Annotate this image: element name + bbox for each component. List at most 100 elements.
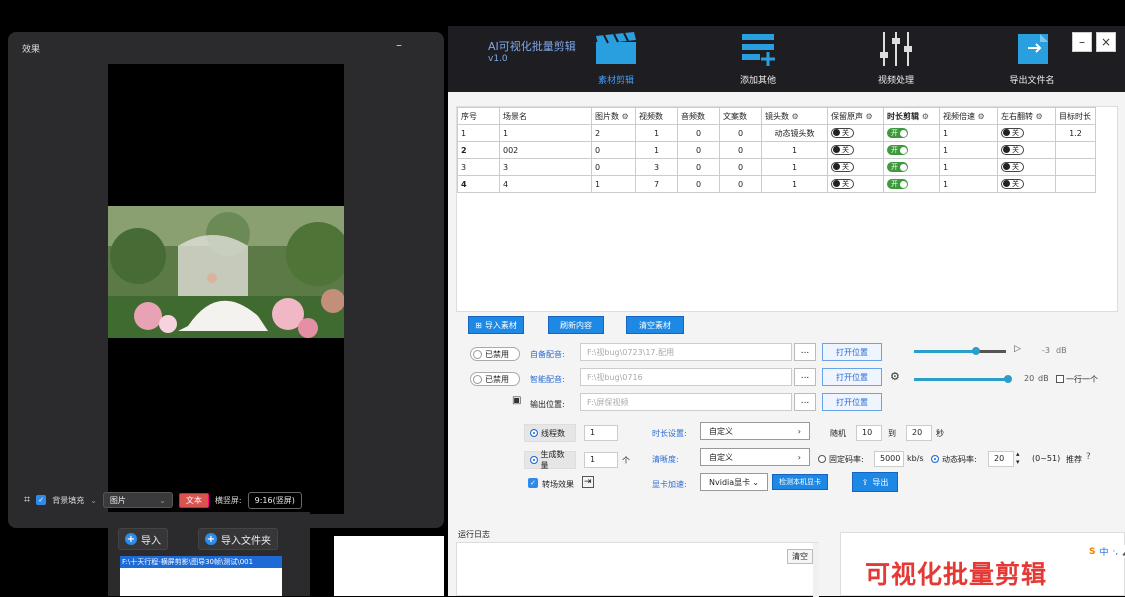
volume-slider-2[interactable] [914,375,1012,383]
duration-mode-select[interactable]: 自定义 › [700,422,810,440]
import-material-button[interactable]: ⊞ 导入素材 [468,316,524,334]
transition-settings-icon[interactable]: ⇥ [582,476,594,488]
cell-keep-audio[interactable]: 关 [827,141,884,159]
gpu-select[interactable]: Nvidia显卡 ⌄ [700,473,768,491]
cell-name[interactable]: 3 [499,158,592,176]
ime-toolbar[interactable]: S 中 ·, 🎤 [1089,545,1125,558]
cell-images[interactable]: 0 [591,158,636,176]
tab-video-process[interactable]: 视频处理 [846,32,946,86]
volume-slider-1[interactable] [914,347,1006,355]
effect-minimize-button[interactable]: – [391,38,407,52]
smart-dub-path-field[interactable]: F:\视bug\0716 [580,368,792,386]
one-line-checkbox[interactable] [1056,375,1064,383]
cell-shots[interactable]: 1 [761,141,828,159]
app-minimize-button[interactable]: – [1072,32,1092,52]
cell-target[interactable] [1055,141,1096,159]
export-button[interactable]: ⇪ 导出 [852,472,898,492]
import-button[interactable]: + 导入 [118,528,168,550]
clear-material-button[interactable]: 清空素材 [626,316,684,334]
list-item[interactable]: F:\十天行程-横屏剪影\图导30帧\测试\001 [120,556,282,568]
refresh-button[interactable]: 刷新内容 [548,316,604,334]
cell-keep-audio[interactable]: 关 [827,158,884,176]
random-max-input[interactable]: 20 [906,425,932,441]
tab-add-other[interactable]: 添加其他 [708,32,808,86]
smart-dub-open-button[interactable]: 打开位置 [822,368,882,386]
cell-speed[interactable]: 1 [939,124,998,142]
gear-icon[interactable]: ⚙ [890,370,900,383]
bg-fill-checkbox[interactable]: ✓ [36,495,47,505]
help-icon[interactable]: ? [1086,452,1091,462]
fixed-rate-radio[interactable] [818,455,826,463]
cell-shots[interactable]: 动态镜头数 [761,124,828,142]
cell-target[interactable] [1055,158,1096,176]
cell-flip[interactable]: 关 [997,141,1056,159]
cell-speed[interactable]: 1 [939,175,998,193]
cell-name[interactable]: 002 [499,141,592,159]
cell-trim[interactable]: 开 [883,158,940,176]
image-type-select[interactable]: 图片 ⌄ [102,492,173,508]
cell-images[interactable]: 0 [591,141,636,159]
self-dub-open-button[interactable]: 打开位置 [822,343,882,361]
cell-target[interactable]: 1.2 [1055,124,1096,142]
crop-icon[interactable]: ⌗ [24,493,30,507]
import-folder-button[interactable]: + 导入文件夹 [198,528,278,550]
output-path-field[interactable]: F:\屏保视频 [580,393,792,411]
cell-speed[interactable]: 1 [939,141,998,159]
cell-name[interactable]: 1 [499,124,592,142]
cell-trim[interactable]: 开 [883,124,940,142]
cell-name[interactable]: 4 [499,175,592,193]
resolution-mode-select[interactable]: 自定义 › [700,448,810,466]
cell-flip[interactable]: 关 [997,158,1056,176]
table-row[interactable]: 4 4 1 7 0 0 1 关 开 1 关 [457,175,1096,193]
text-tag-button[interactable]: 文本 [178,492,209,508]
cell-images[interactable]: 1 [591,175,636,193]
ime-mode[interactable]: 中 [1099,545,1108,558]
dynamic-rate-input[interactable]: 20 [988,451,1014,467]
ratio-select[interactable]: 9:16(竖屏) [247,491,302,509]
detect-gpu-button[interactable]: 检测本机显卡 [772,474,828,490]
sogou-icon[interactable]: S [1089,547,1095,557]
play-icon[interactable]: ▷ [1014,344,1021,354]
cell-images[interactable]: 2 [591,124,636,142]
self-dub-toggle[interactable]: 已禁用 [470,347,520,361]
col-header[interactable]: 视频倍速 ⚙ [939,107,998,125]
table-row[interactable]: 3 3 0 3 0 0 1 关 开 1 关 [457,158,1096,176]
self-dub-path-field[interactable]: F:\视bug\0723\17.配用 [580,343,792,361]
log-scrollbar[interactable] [813,543,819,597]
ime-punct[interactable]: ·, [1113,547,1119,557]
fixed-rate-input[interactable]: 5000 [874,451,904,467]
col-header[interactable]: 图片数 ⚙ [591,107,636,125]
tab-export-filename[interactable]: 导出文件名 [982,32,1082,86]
output-browse-button[interactable]: ... [794,393,816,411]
transition-checkbox[interactable]: ✓ [528,478,538,488]
random-min-input[interactable]: 10 [856,425,882,441]
output-open-button[interactable]: 打开位置 [822,393,882,411]
col-header[interactable]: 镜头数 ⚙ [761,107,828,125]
cell-keep-audio[interactable]: 关 [827,175,884,193]
cell-flip[interactable]: 关 [997,124,1056,142]
col-header[interactable]: 时长剪辑 ⚙ [883,107,940,125]
cell-trim[interactable]: 开 [883,141,940,159]
cell-keep-audio[interactable]: 关 [827,124,884,142]
table-row[interactable]: 2 002 0 1 0 0 1 关 开 1 关 [457,141,1096,159]
cell-shots[interactable]: 1 [761,158,828,176]
log-area[interactable]: 清空 [456,542,819,597]
tab-material-edit[interactable]: 素材剪辑 [566,32,666,86]
dynamic-rate-radio[interactable] [931,455,939,463]
col-header[interactable]: 左右翻转 ⚙ [997,107,1056,125]
cell-trim[interactable]: 开 [883,175,940,193]
threads-input[interactable]: 1 [584,425,618,441]
cell-target[interactable] [1055,175,1096,193]
log-clear-button[interactable]: 清空 [787,549,813,564]
smart-dub-toggle[interactable]: 已禁用 [470,372,520,386]
imported-path-list[interactable]: F:\十天行程-横屏剪影\图导30帧\测试\001 [120,556,282,596]
col-header[interactable]: 保留原声 ⚙ [827,107,884,125]
cell-speed[interactable]: 1 [939,158,998,176]
gen-count-input[interactable]: 1 [584,452,618,468]
cell-shots[interactable]: 1 [761,175,828,193]
cell-flip[interactable]: 关 [997,175,1056,193]
spinner-icon[interactable]: ▴ ▾ [1016,450,1020,466]
self-dub-browse-button[interactable]: ... [794,343,816,361]
smart-dub-browse-button[interactable]: ... [794,368,816,386]
app-close-button[interactable]: × [1096,32,1116,52]
